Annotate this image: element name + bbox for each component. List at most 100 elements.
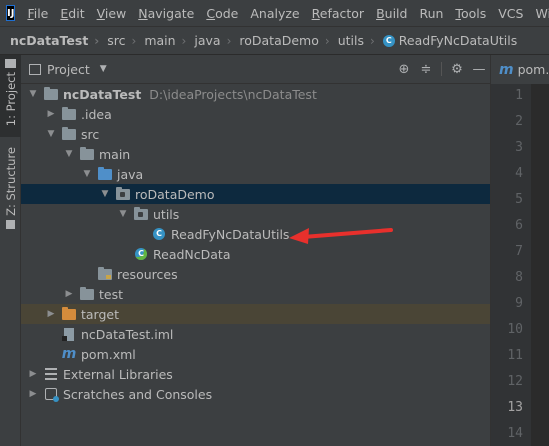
tree-item-label: External Libraries [63, 366, 173, 382]
package-icon [133, 206, 149, 221]
folder-icon [79, 146, 95, 161]
project-panel-header: Project ▼ ⊕ ≑ ⚙ — [21, 55, 490, 84]
menu-code[interactable]: Code [200, 6, 244, 21]
tree-item-label: target [81, 306, 120, 322]
tree-item-root[interactable]: ▼ ncDataTest D:\ideaProjects\ncDataTest [21, 84, 496, 104]
intellij-logo-icon: IJ [6, 5, 16, 21]
editor-tab-pom[interactable]: m pom. [490, 55, 549, 84]
breadcrumb: ncDataTest › src › main › java › roDataDemo ›… [0, 26, 549, 55]
breadcrumb-package[interactable]: roDataDemo › [231, 33, 329, 48]
line-number: 13 [507, 400, 523, 415]
tree-item-scratches[interactable]: ▶ Scratches and Consoles [21, 384, 496, 404]
tree-item-main[interactable]: ▼ main [21, 144, 532, 164]
menu-vcs[interactable]: VCS [492, 6, 529, 21]
tree-item-label: main [99, 146, 131, 162]
tree-item-src[interactable]: ▼ src [21, 124, 514, 144]
editor-tab-label: pom. [517, 62, 549, 77]
tab-structure[interactable]: Z: Structure [0, 147, 21, 237]
chevron-down-icon[interactable]: ▼ [45, 129, 57, 139]
folder-icon [61, 106, 77, 121]
chevron-right-icon[interactable]: ▶ [45, 309, 57, 319]
panel-title[interactable]: Project [47, 62, 90, 77]
menu-view[interactable]: View [91, 6, 133, 21]
locate-icon[interactable]: ⊕ [393, 62, 415, 77]
excluded-folder-icon [61, 306, 77, 321]
breadcrumb-src[interactable]: src › [99, 33, 136, 48]
package-icon [115, 186, 131, 201]
tab-project-label: 1: Project [3, 72, 18, 127]
chevron-right-icon[interactable]: ▶ [27, 369, 39, 379]
tree-item-utils[interactable]: ▼ utils [21, 204, 549, 224]
breadcrumb-main[interactable]: main › [136, 33, 186, 48]
structure-icon [6, 219, 15, 229]
collapse-all-icon[interactable]: ≑ [415, 62, 437, 77]
menu-refactor[interactable]: Refactor [306, 6, 370, 21]
iml-file-icon [61, 327, 77, 341]
breadcrumb-utils[interactable]: utils › [330, 33, 375, 48]
chevron-down-icon[interactable]: ▼ [100, 64, 107, 74]
tree-item-resources[interactable]: resources [21, 264, 549, 284]
tree-item-label: ReadNcData [153, 246, 231, 262]
library-icon [43, 367, 59, 381]
tree-item-idea[interactable]: ▶ .idea [21, 104, 514, 124]
menu-build[interactable]: Build [370, 6, 413, 21]
tree-item-external-libraries[interactable]: ▶ External Libraries [21, 364, 496, 384]
minimize-icon[interactable]: — [468, 62, 490, 77]
tree-item-target[interactable]: ▶ target [21, 304, 514, 324]
tree-item-label: resources [117, 266, 178, 282]
breadcrumb-java[interactable]: java › [186, 33, 231, 48]
tree-item-label: pom.xml [81, 346, 136, 362]
chevron-down-icon[interactable]: ▼ [81, 169, 93, 179]
divider [441, 62, 442, 76]
menu-run[interactable]: Run [413, 6, 449, 21]
tree-item-label: test [99, 286, 124, 302]
maven-icon: m [61, 346, 77, 362]
menu-bar: IJ File Edit View Navigate Code Analyze Refact… [0, 0, 549, 26]
tab-project[interactable]: 1: Project [0, 55, 21, 137]
chevron-right-icon[interactable]: ▶ [27, 389, 39, 399]
tree-item-readncdata[interactable]: C ReadNcData [21, 244, 549, 264]
chevron-down-icon[interactable]: ▼ [63, 149, 75, 159]
gear-icon[interactable]: ⚙ [446, 62, 468, 77]
breadcrumb-class[interactable]: C ReadFyNcDataUtils [375, 33, 517, 48]
runnable-class-icon: C [133, 247, 149, 261]
chevron-right-icon[interactable]: ▶ [45, 109, 57, 119]
line-number: 2 [515, 114, 523, 129]
line-number: 11 [507, 348, 523, 363]
line-number: 3 [515, 140, 523, 155]
line-number: 6 [515, 218, 523, 233]
source-folder-icon [97, 166, 113, 181]
menu-edit[interactable]: Edit [54, 6, 90, 21]
tree-item-iml[interactable]: ncDataTest.iml [21, 324, 526, 344]
tree-item-java[interactable]: ▼ java [21, 164, 549, 184]
resources-folder-icon [97, 266, 113, 281]
line-number: 1 [515, 88, 523, 103]
tab-structure-label: Z: Structure [3, 147, 18, 216]
chevron-down-icon[interactable]: ▼ [27, 89, 39, 99]
scratches-icon [43, 387, 59, 402]
menu-navigate[interactable]: Navigate [132, 6, 200, 21]
tree-item-pom[interactable]: m pom.xml [21, 344, 526, 364]
menu-file[interactable]: File [21, 6, 54, 21]
menu-tools[interactable]: Tools [449, 6, 492, 21]
chevron-down-icon[interactable]: ▼ [99, 189, 111, 199]
chevron-down-icon[interactable]: ▼ [117, 209, 129, 219]
breadcrumb-project[interactable]: ncDataTest › [0, 33, 99, 48]
tree-item-label: .idea [81, 106, 112, 122]
line-number: 14 [507, 426, 523, 441]
tree-item-package[interactable]: ▼ roDataDemo [21, 184, 549, 204]
menu-analyze[interactable]: Analyze [244, 6, 305, 21]
class-icon: C [382, 34, 395, 47]
maven-icon: m [499, 61, 514, 78]
line-number: 10 [507, 322, 523, 337]
module-folder-icon [43, 86, 59, 101]
tree-item-test[interactable]: ▶ test [21, 284, 532, 304]
project-tree: ▼ ncDataTest D:\ideaProjects\ncDataTest … [21, 84, 549, 446]
menu-win[interactable]: Win [529, 6, 549, 21]
editor-code-area[interactable] [531, 84, 549, 446]
menu-items: File Edit View Navigate Code Analyze Refactor B… [21, 6, 549, 21]
folder-icon [5, 59, 16, 68]
chevron-right-icon[interactable]: ▶ [63, 289, 75, 299]
tree-item-label: ReadFyNcDataUtils [171, 226, 290, 242]
folder-icon [79, 286, 95, 301]
